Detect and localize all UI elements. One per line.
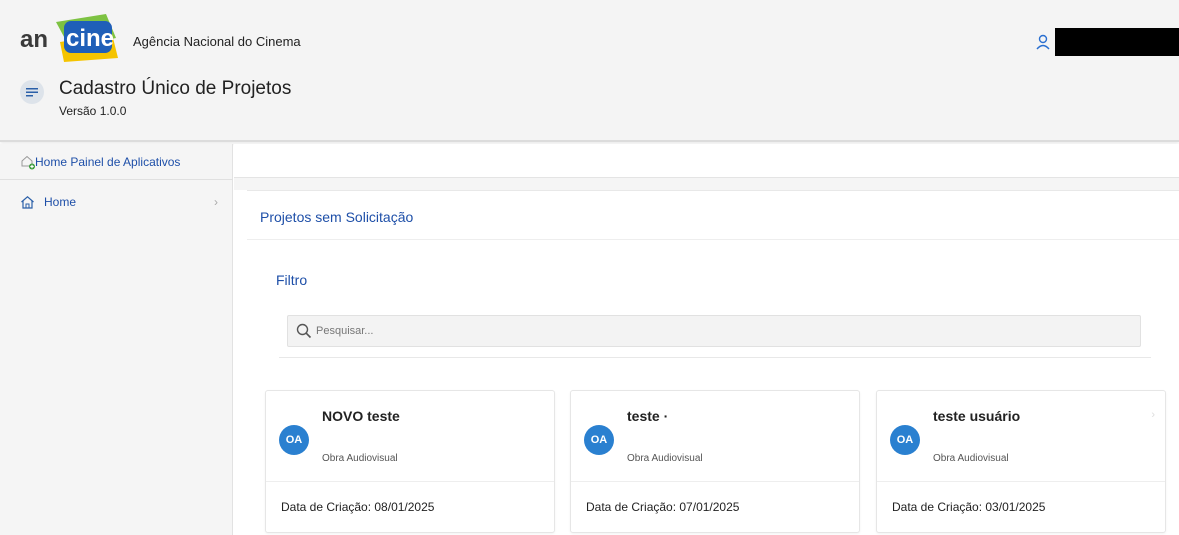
home-apps-icon bbox=[21, 155, 35, 169]
project-card[interactable]: OA teste usuário Obra Audiovisual Data d… bbox=[876, 390, 1166, 533]
card-divider bbox=[571, 481, 859, 482]
section-title: Projetos sem Solicitação bbox=[260, 209, 414, 225]
home-icon bbox=[21, 195, 34, 209]
svg-text:cine: cine bbox=[66, 25, 114, 52]
user-name-redacted[interactable] bbox=[1055, 28, 1179, 56]
project-title: teste usuário bbox=[933, 408, 1021, 424]
project-type-avatar: OA bbox=[584, 425, 614, 455]
svg-text:an: an bbox=[20, 26, 48, 53]
section-gap bbox=[234, 178, 1179, 190]
search-box[interactable] bbox=[287, 315, 1141, 347]
search-input[interactable] bbox=[316, 316, 1136, 346]
project-type: Obra Audiovisual bbox=[933, 453, 1009, 464]
org-name: Agência Nacional do Cinema bbox=[133, 34, 301, 49]
creation-date: Data de Criação: 08/01/2025 bbox=[281, 500, 435, 514]
project-title: NOVO teste bbox=[322, 408, 400, 424]
card-divider bbox=[877, 481, 1165, 482]
search-icon bbox=[296, 323, 312, 339]
project-type-avatar: OA bbox=[890, 425, 920, 455]
app-version: Versão 1.0.0 bbox=[59, 104, 127, 118]
projects-panel: Projetos sem Solicitação Filtro OA NOVO … bbox=[247, 190, 1179, 535]
project-card[interactable]: OA teste · Obra Audiovisual Data de Cria… bbox=[570, 390, 860, 533]
sidebar-item-home-apps[interactable]: Home Painel de Aplicativos bbox=[0, 144, 233, 180]
filter-title: Filtro bbox=[276, 272, 308, 288]
ancine-logo[interactable]: an cine bbox=[20, 12, 124, 64]
project-title: teste · bbox=[627, 408, 669, 424]
creation-date: Data de Criação: 03/01/2025 bbox=[892, 500, 1046, 514]
project-card[interactable]: OA NOVO teste Obra Audiovisual Data de C… bbox=[265, 390, 555, 533]
divider bbox=[247, 239, 1179, 240]
chevron-right-icon: › bbox=[1151, 409, 1155, 421]
sidebar-item-label: Home bbox=[44, 195, 77, 209]
menu-toggle-button[interactable] bbox=[20, 80, 44, 104]
chevron-right-icon: › bbox=[214, 195, 218, 209]
project-type-avatar: OA bbox=[279, 425, 309, 455]
sidebar-item-home[interactable]: Home › bbox=[0, 184, 233, 220]
sidebar: Home Painel de Aplicativos Home › bbox=[0, 144, 233, 535]
project-type: Obra Audiovisual bbox=[627, 453, 703, 464]
menu-icon bbox=[26, 88, 38, 97]
app-title: Cadastro Único de Projetos bbox=[59, 78, 292, 99]
creation-date: Data de Criação: 07/01/2025 bbox=[586, 500, 740, 514]
sidebar-item-label: Home Painel de Aplicativos bbox=[35, 154, 181, 169]
filter-divider bbox=[279, 357, 1151, 358]
user-icon[interactable] bbox=[1036, 34, 1050, 50]
card-divider bbox=[266, 481, 554, 482]
toolbar-strip bbox=[234, 144, 1179, 178]
app-header: an cine Agência Nacional do Cinema Cadas… bbox=[0, 0, 1179, 142]
project-type: Obra Audiovisual bbox=[322, 453, 398, 464]
